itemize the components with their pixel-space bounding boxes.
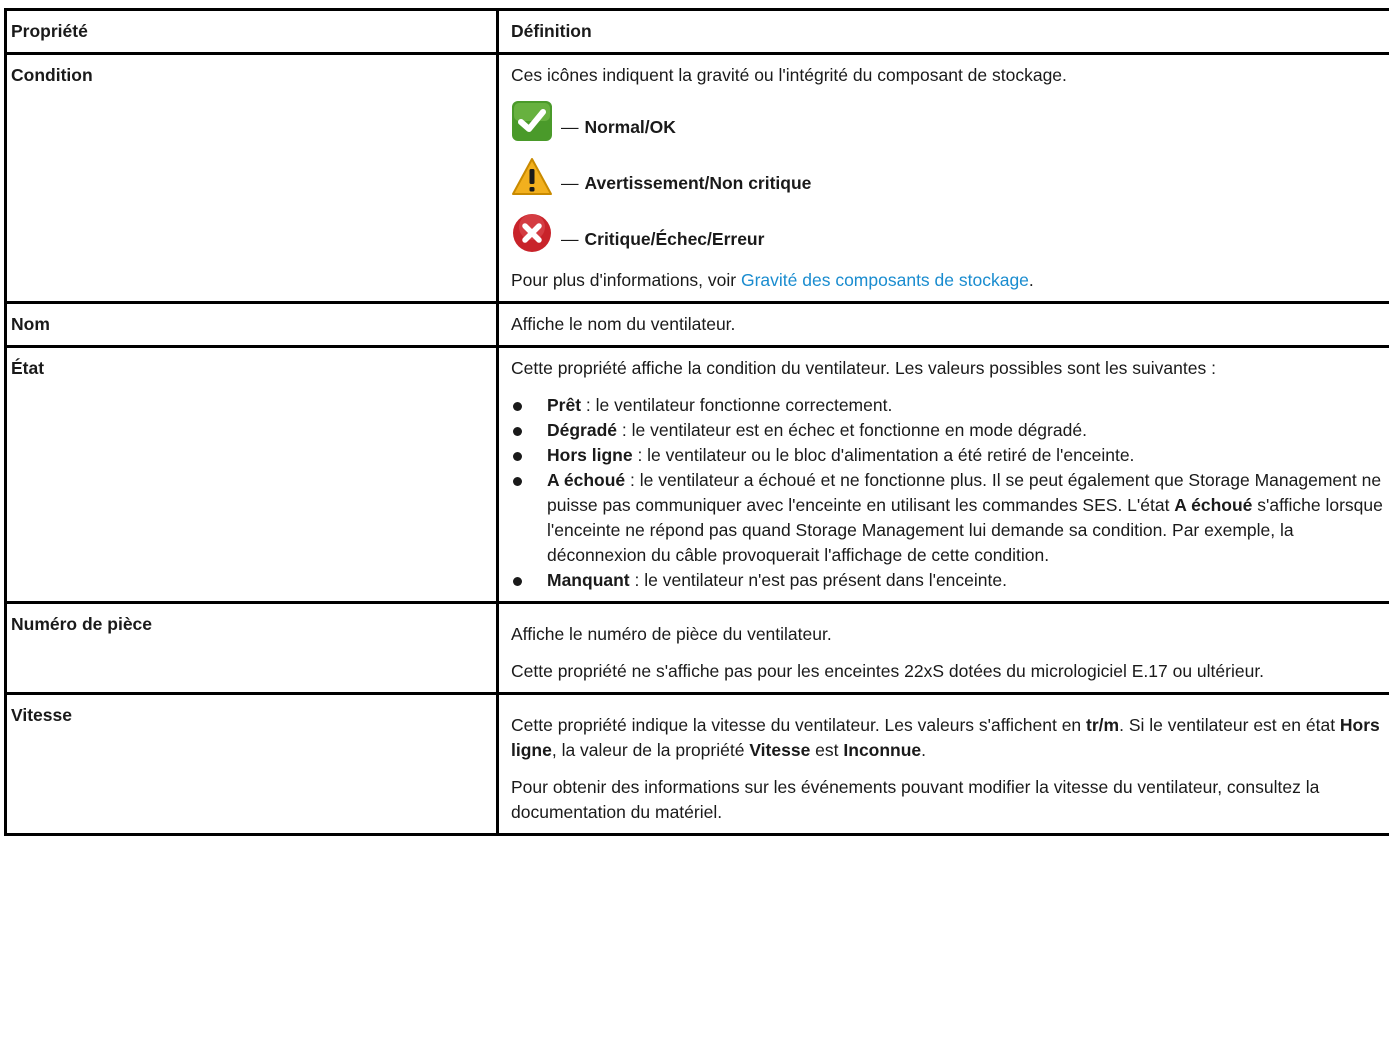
numero-p2: Cette propriété ne s'affiche pas pour le… [511, 661, 1265, 681]
table-row: Nom Affiche le nom du ventilateur. [4, 301, 1389, 348]
list-item: Hors ligne : le ventilateur ou le bloc d… [511, 443, 1389, 468]
properties-table: Propriété Définition Condition Ces icône… [4, 8, 1389, 836]
table-row: Vitesse Cette propriété indique la vites… [4, 692, 1389, 836]
table-row: État Cette propriété affiche la conditio… [4, 345, 1389, 604]
definition-vitesse: Cette propriété indique la vitesse du ve… [496, 692, 1389, 836]
list-item: Prêt : le ventilateur fonctionne correct… [511, 393, 1389, 418]
header-definition: Définition [496, 8, 1389, 55]
list-item: A échoué : le ventilateur a échoué et ne… [511, 468, 1389, 568]
condition-more-info: Pour plus d'informations, voir Gravité d… [511, 270, 1034, 290]
list-item: Dégradé : le ventilateur est en échec et… [511, 418, 1389, 443]
legend-label-ok: Normal/OK [584, 116, 676, 137]
definition-numero: Affiche le numéro de pièce du ventilateu… [496, 601, 1389, 695]
legend-ok: — Normal/OK [511, 100, 1389, 142]
condition-intro: Ces icônes indiquent la gravité ou l'int… [511, 65, 1067, 85]
etat-intro: Cette propriété affiche la condition du … [511, 358, 1216, 378]
checkmark-icon [512, 101, 552, 141]
definition-etat: Cette propriété affiche la condition du … [496, 345, 1389, 604]
legend-label-warning: Avertissement/Non critique [584, 172, 812, 193]
table-header-row: Propriété Définition [4, 8, 1389, 55]
definition-nom: Affiche le nom du ventilateur. [496, 301, 1389, 348]
table-row: Numéro de pièce Affiche le numéro de piè… [4, 601, 1389, 695]
list-item: Manquant : le ventilateur n'est pas prés… [511, 568, 1389, 593]
property-name-etat: État [4, 345, 499, 604]
property-name-vitesse: Vitesse [4, 692, 499, 836]
vitesse-p2: Pour obtenir des informations sur les év… [511, 777, 1320, 822]
numero-p1: Affiche le numéro de pièce du ventilateu… [511, 624, 832, 644]
property-name-numero: Numéro de pièce [4, 601, 499, 695]
table-row: Condition Ces icônes indiquent la gravit… [4, 52, 1389, 304]
warning-icon [512, 158, 552, 195]
error-icon [513, 214, 551, 252]
state-list: Prêt : le ventilateur fonctionne correct… [511, 393, 1389, 593]
vitesse-p1: Cette propriété indique la vitesse du ve… [511, 715, 1380, 760]
legend-warning: — Avertissement/Non critique [511, 156, 1389, 198]
property-name-condition: Condition [4, 52, 499, 304]
definition-condition: Ces icônes indiquent la gravité ou l'int… [496, 52, 1389, 304]
severity-link[interactable]: Gravité des composants de stockage [741, 270, 1029, 290]
header-property: Propriété [4, 8, 499, 55]
legend-label-error: Critique/Échec/Erreur [584, 228, 765, 249]
legend-error: — Critique/Échec/Erreur [511, 212, 1389, 254]
property-name-nom: Nom [4, 301, 499, 348]
